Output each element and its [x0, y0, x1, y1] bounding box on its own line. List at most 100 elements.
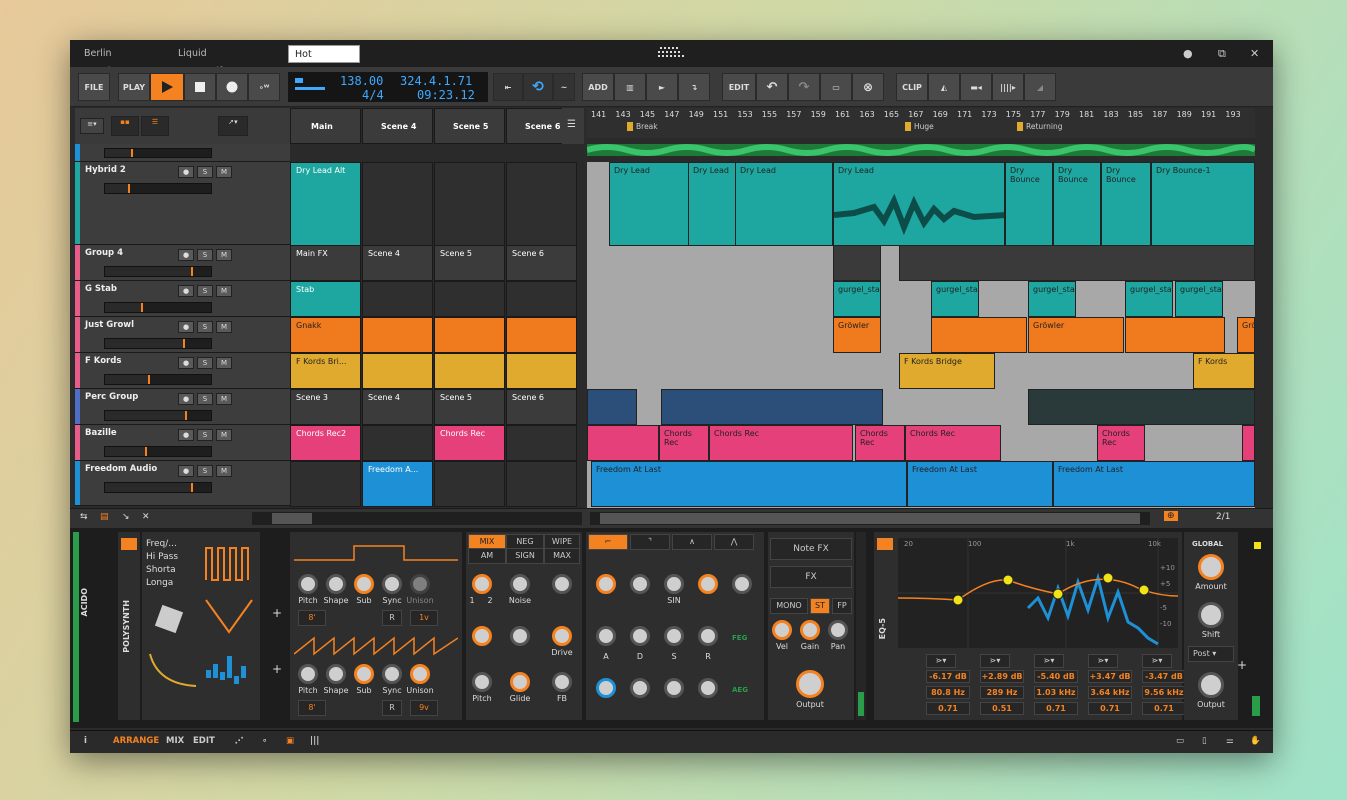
scene-menu-icon[interactable]: ☰: [562, 108, 584, 144]
clip-quantize-button[interactable]: ▬◂: [960, 73, 992, 101]
play-button[interactable]: [150, 73, 184, 101]
record-arm-button[interactable]: ●: [178, 465, 194, 477]
clip-reverse-button[interactable]: ◭: [928, 73, 960, 101]
record-arm-button[interactable]: ●: [178, 357, 194, 369]
osc2-voices[interactable]: 9v: [410, 700, 438, 716]
env-knob-2[interactable]: [630, 574, 650, 594]
mute-button[interactable]: M: [216, 465, 232, 477]
arranger-clip[interactable]: Dry Lead: [688, 162, 736, 246]
perc-summary-clip[interactable]: [661, 389, 883, 425]
arrange-view-button[interactable]: ARRANGE: [113, 736, 159, 746]
arranger-clip[interactable]: Gröwler: [1028, 317, 1124, 353]
filter-resonance-knob[interactable]: [510, 626, 530, 646]
mute-button[interactable]: M: [216, 249, 232, 261]
track-f-kords[interactable]: F Kords ● S M: [75, 353, 318, 389]
mixer-panel-icon[interactable]: |||: [310, 736, 319, 746]
add-button[interactable]: ADD: [582, 73, 614, 101]
eq-band-freq[interactable]: 3.64 kHz: [1088, 686, 1132, 699]
eq-band-freq[interactable]: 9.56 kHz: [1142, 686, 1186, 699]
track-group-4[interactable]: Group 4 ● S M: [75, 245, 318, 281]
drive-knob[interactable]: [552, 626, 572, 646]
clip-fade-button[interactable]: ◢: [1024, 73, 1056, 101]
record-arm-button[interactable]: ●: [178, 249, 194, 261]
arranger-clip[interactable]: Chords Rec: [709, 425, 853, 461]
launcher-clip[interactable]: [506, 353, 577, 389]
mute-button[interactable]: M: [216, 321, 232, 333]
osc2-octave[interactable]: 8': [298, 700, 326, 716]
note-fx-slot[interactable]: Note FX: [770, 538, 852, 560]
tab-hot-lemon[interactable]: Hot Lemon✕: [288, 45, 360, 78]
grid-view-icon[interactable]: ▪▪: [111, 116, 139, 136]
filter-cutoff-knob[interactable]: [472, 626, 492, 646]
arranger-clip[interactable]: Gröwl: [1237, 317, 1255, 353]
perc-summary-clip[interactable]: [587, 389, 637, 425]
marker-label[interactable]: Returning: [1017, 122, 1063, 131]
arranger-clip[interactable]: Dry Lead: [609, 162, 689, 246]
osc1-octave[interactable]: 8': [298, 610, 326, 626]
mute-button[interactable]: M: [216, 393, 232, 405]
arranger-clip[interactable]: gurgel_stal: [1028, 281, 1076, 317]
fp-button[interactable]: FP: [832, 598, 852, 614]
arranger-clip[interactable]: Dry Bounce: [1005, 162, 1053, 246]
shift-knob[interactable]: [1198, 602, 1224, 628]
launcher-slot[interactable]: [434, 281, 505, 317]
launcher-slot[interactable]: [506, 425, 577, 461]
mute-button[interactable]: M: [216, 166, 232, 178]
aeg-sustain-knob[interactable]: [664, 678, 684, 698]
arranger-clip[interactable]: Dry Bounce: [1053, 162, 1101, 246]
solo-button[interactable]: S: [197, 321, 213, 333]
pointer-tool-icon[interactable]: ➚▾: [218, 116, 248, 136]
volume-fader[interactable]: [104, 446, 212, 457]
track-bazille[interactable]: Bazille ● S M: [75, 425, 318, 461]
filter-lowpass-button[interactable]: ⌐: [588, 534, 628, 550]
group-summary-clip[interactable]: [899, 245, 1255, 281]
eq-band-type-select[interactable]: ⋗▾: [926, 654, 956, 668]
feg-decay-knob[interactable]: [630, 626, 650, 646]
eq-band-gain[interactable]: +2.89 dB: [980, 670, 1024, 683]
add-automation-button[interactable]: ↴: [678, 73, 710, 101]
mono-button[interactable]: MONO: [770, 598, 808, 614]
file-icon[interactable]: ▯: [1202, 736, 1207, 746]
arranger-clip[interactable]: F Kords: [1193, 353, 1255, 389]
launcher-slot[interactable]: [362, 281, 433, 317]
arranger-clip[interactable]: Freedom At Last: [907, 461, 1053, 507]
arranger-clip[interactable]: Dry Bounce: [1101, 162, 1151, 246]
amount-knob[interactable]: [1198, 554, 1224, 580]
scene-header[interactable]: Scene 6: [525, 122, 560, 131]
info-icon[interactable]: i: [84, 736, 87, 746]
vel-knob[interactable]: [772, 620, 792, 640]
add-marker-button[interactable]: ►: [646, 73, 678, 101]
add-device-icon[interactable]: +: [272, 662, 282, 676]
track-menu-icon[interactable]: ≡▾: [80, 118, 104, 134]
perc-summary-clip[interactable]: [1028, 389, 1255, 425]
list-view-icon[interactable]: ☰: [141, 116, 169, 136]
volume-fader[interactable]: [104, 183, 212, 194]
launcher-clip[interactable]: [434, 353, 505, 389]
studio-io-icon[interactable]: ✋: [1250, 736, 1261, 746]
loop-button[interactable]: ⟲: [523, 73, 553, 101]
group-scene-slot[interactable]: Scene 6: [506, 389, 577, 425]
group-summary-clip[interactable]: [833, 245, 881, 281]
post-select[interactable]: Post ▾: [1188, 646, 1234, 662]
fx-slot[interactable]: FX: [770, 566, 852, 588]
record-dot-icon[interactable]: ●: [1183, 47, 1193, 60]
launcher-slot[interactable]: [434, 162, 505, 246]
device-power-icon[interactable]: [121, 538, 137, 550]
volume-fader[interactable]: [104, 374, 212, 385]
feg-attack-knob[interactable]: [596, 626, 616, 646]
edit-button[interactable]: EDIT: [722, 73, 756, 101]
automation-write-button[interactable]: ∘ᵂ: [248, 73, 280, 101]
arranger-hscrollbar[interactable]: [590, 512, 1150, 525]
fold-icon[interactable]: ↘: [122, 512, 130, 522]
automation-panel-icon[interactable]: ∘: [262, 736, 267, 746]
modulator-list[interactable]: Freq/... Hi Pass Shorta Longa: [146, 538, 178, 590]
scene-header[interactable]: Scene 4: [381, 122, 416, 131]
mod-item[interactable]: Hi Pass: [146, 551, 178, 564]
osc1-pitch-knob[interactable]: [298, 574, 318, 594]
position-beats[interactable]: 324.4.1.71: [400, 74, 472, 88]
tab-liquid-trommelfeuer[interactable]: Liquid Trommelfeuer✕: [172, 45, 284, 77]
restore-icon[interactable]: ⧉: [1218, 47, 1226, 61]
launcher-slot[interactable]: [362, 425, 433, 461]
eq-band-q[interactable]: 0.71: [1034, 702, 1078, 715]
tracks-panel-icon[interactable]: ⋰: [235, 736, 244, 746]
